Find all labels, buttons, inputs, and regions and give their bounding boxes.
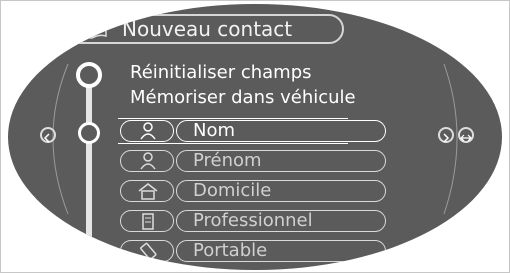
person-icon xyxy=(120,150,174,172)
header-title: Nouveau contact xyxy=(122,17,293,41)
selection-line-top xyxy=(118,118,348,119)
book-icon xyxy=(75,19,107,39)
mobile-phone-icon xyxy=(120,240,174,262)
field-label-prenom: Prénom xyxy=(176,150,386,172)
reset-fields-item[interactable]: Réinitialiser champs xyxy=(130,62,312,84)
selection-rail xyxy=(86,74,92,252)
double-arrow-icon[interactable] xyxy=(458,127,474,143)
chevron-left-icon[interactable] xyxy=(40,127,56,143)
rail-top-ring xyxy=(76,62,102,88)
save-in-vehicle-item[interactable]: Mémoriser dans véhicule xyxy=(130,87,356,109)
idrive-screen: Nouveau contact Réinitialiser champs Mém… xyxy=(8,4,502,270)
field-label-domicile: Domicile xyxy=(176,180,386,202)
rail-bottom-ring xyxy=(80,242,98,260)
rail-selected-ring xyxy=(78,122,100,144)
field-label-professionnel: Professionnel xyxy=(176,210,386,232)
field-label-nom: Nom xyxy=(176,120,386,142)
selection-line-bottom xyxy=(118,143,348,144)
field-label-portable: Portable xyxy=(176,240,386,262)
office-icon xyxy=(120,210,174,232)
home-icon xyxy=(120,180,174,202)
chevron-right-icon[interactable] xyxy=(438,127,454,143)
person-icon xyxy=(120,120,174,142)
header: Nouveau contact xyxy=(62,14,344,44)
